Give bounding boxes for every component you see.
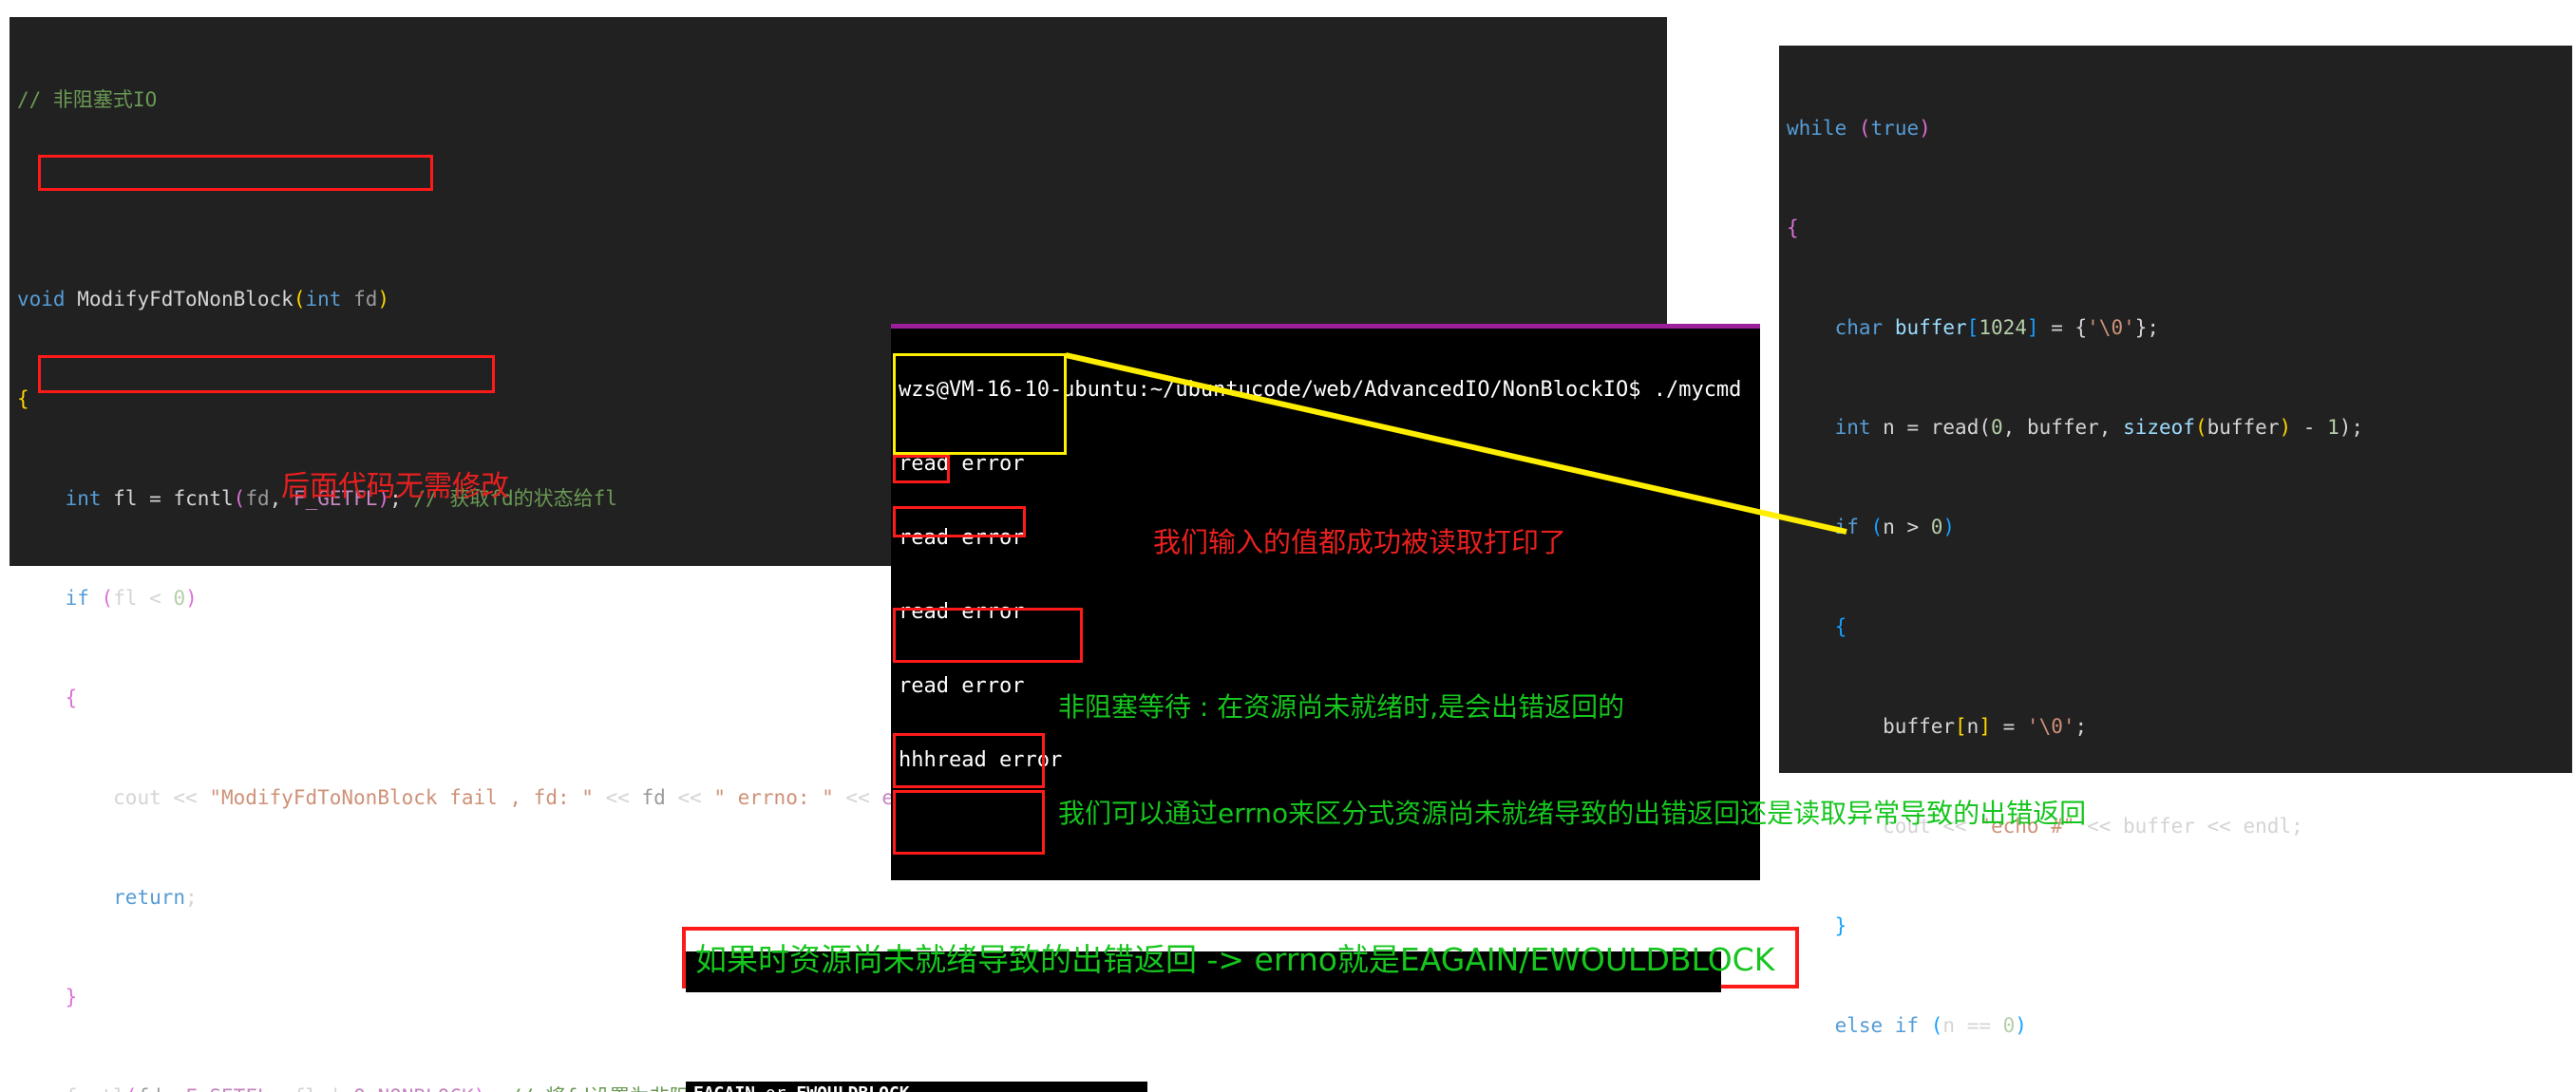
code-line: buffer[n] = '\0'; (1883, 715, 2088, 738)
bottom-callout-box: 如果时资源尚未就绪导致的出错返回 -> errno就是EAGAIN/EWOULD… (682, 927, 1799, 992)
manpage-ewouldblock-label: EWOULDBLOCK (796, 1083, 909, 1092)
callout-text: 如果时资源尚未就绪导致的出错返回 -> errno就是EAGAIN/EWOULD… (695, 941, 1775, 978)
code-line: // 非阻塞式IO (17, 88, 158, 111)
right-code-editor-panel[interactable]: while (true) { char buffer[1024] = {'\0'… (1779, 46, 2572, 1037)
code-line: if (n > 0) (1834, 516, 1956, 538)
terminal-line: hhhread error (899, 748, 1063, 772)
note-errno-distinguish: 我们可以通过errno来区分式资源尚未就绪导致的出错返回还是读取异常导致的出错返… (1058, 798, 2087, 829)
code-line: { (1834, 615, 1847, 638)
code-line: int n = read(0, buffer, sizeof(buffer) -… (1834, 416, 2364, 439)
terminal-prompt-line: wzs@VM-16-10-ubuntu:~/ubuntucode/web/Adv… (899, 378, 1742, 402)
manpage-or-label: or (755, 1083, 796, 1092)
terminal-line: read error (899, 452, 1025, 476)
code-line: } (1834, 914, 1847, 937)
manpage-heading-row: EAGAIN or EWOULDBLOCK (686, 1082, 1147, 1092)
code-line: return; (113, 886, 198, 909)
terminal-line: read error (899, 600, 1025, 624)
note-nonblock-wait: 非阻塞等待 : 在资源尚未就绪时,是会出错返回的 (1058, 691, 1625, 723)
screenshot-root: // 非阻塞式IO void ModifyFdToNonBlock(int fd… (0, 0, 2576, 1092)
code-line: void ModifyFdToNonBlock(int fd) (17, 288, 390, 311)
manpage-eagain-label: EAGAIN (693, 1083, 755, 1092)
code-line: while (true) (1787, 117, 1931, 140)
code-line: char buffer[1024] = {'\0'}; (1834, 316, 2160, 339)
manpage-snippet: EAGAIN or EWOULDBLOCK The file descripto… (686, 1032, 2175, 1092)
code-line: { (1787, 217, 1799, 239)
note-values-printed: 我们输入的值都成功被读取打印了 (1153, 526, 1567, 558)
note-code-no-change: 后面代码无需修改 (281, 470, 509, 503)
